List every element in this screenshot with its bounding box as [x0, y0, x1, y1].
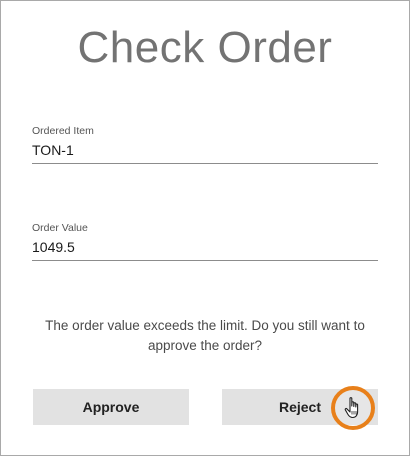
limit-warning-message: The order value exceeds the limit. Do yo… [45, 318, 365, 353]
ordered-item-label: Ordered Item [32, 125, 94, 137]
order-value-field[interactable]: Order Value 1049.5 [32, 222, 378, 261]
order-value-input[interactable]: 1049.5 [32, 238, 378, 261]
dialog-title: Check Order [77, 23, 333, 72]
ordered-item-field[interactable]: Ordered Item TON-1 [32, 125, 378, 164]
order-value-label: Order Value [32, 222, 88, 234]
cursor-highlight [331, 386, 375, 430]
approve-button[interactable]: Approve [33, 389, 189, 425]
hand-pointer-icon [344, 397, 359, 419]
ordered-item-input[interactable]: TON-1 [32, 141, 378, 164]
check-order-dialog: Check Order Ordered Item TON-1 Order Val… [0, 0, 410, 456]
